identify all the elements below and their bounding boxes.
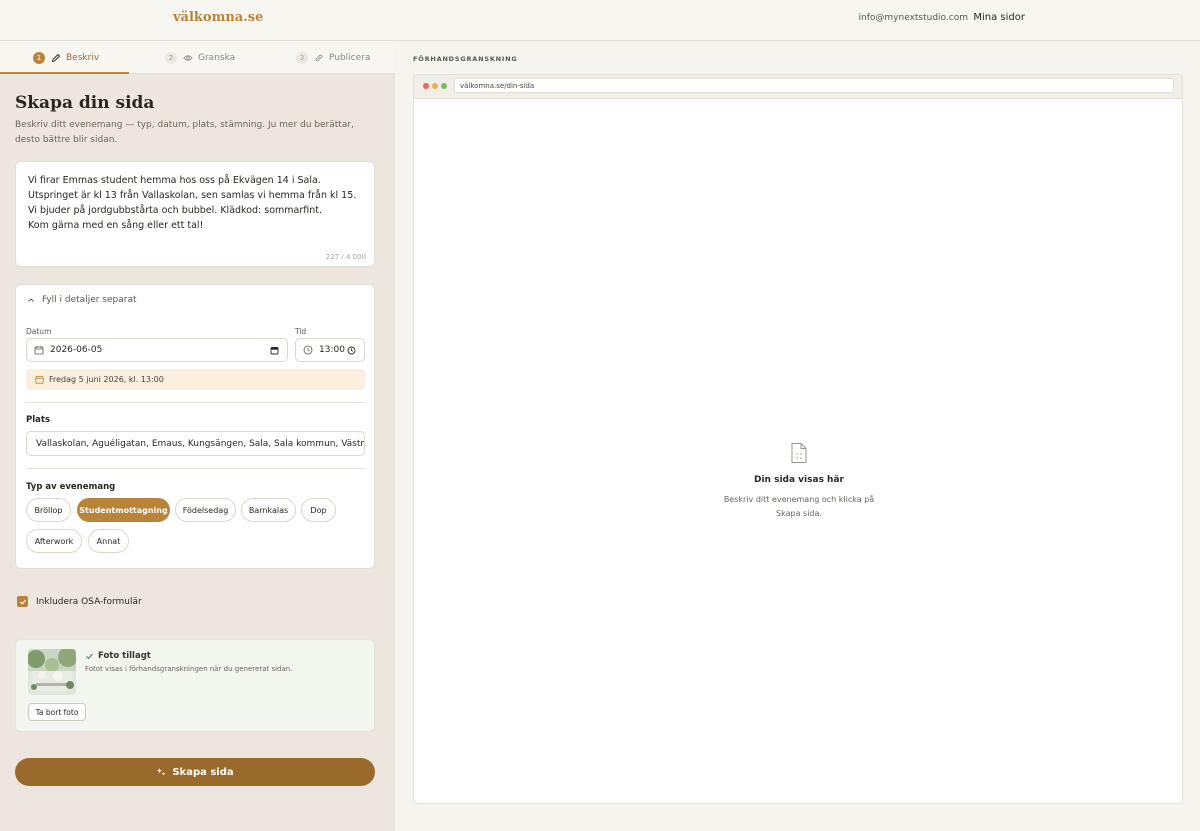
browser-toolbar: välkomna.se/din-sida: [414, 75, 1182, 99]
preview-url: välkomna.se/din-sida: [454, 78, 1174, 93]
osa-checkbox[interactable]: [17, 596, 28, 607]
eye-icon: [183, 52, 194, 63]
step-label: Beskriv: [66, 52, 100, 63]
chip-barnkalas[interactable]: Barnkalas: [241, 498, 296, 522]
divider: [26, 402, 365, 403]
page-title: Skapa din sida: [15, 93, 155, 113]
link-icon: [314, 52, 325, 63]
time-picker-icon[interactable]: [347, 346, 356, 355]
date-label: Datum: [26, 327, 52, 336]
preview-browser: välkomna.se/din-sida Din sida visas här …: [413, 74, 1183, 804]
place-value: Vallaskolan, Aguéligatan, Emaus, Kungsän…: [36, 438, 364, 449]
window-close-dot: [423, 83, 429, 89]
date-summary-text: Fredag 5 juni 2026, kl. 13:00: [49, 375, 164, 384]
my-pages-link[interactable]: Mina sidor: [973, 12, 1025, 23]
details-toggle-label: Fyll i detaljer separat: [42, 295, 137, 305]
place-input[interactable]: Vallaskolan, Aguéligatan, Emaus, Kungsän…: [26, 431, 365, 456]
document-icon: [789, 442, 809, 464]
chip-brollop[interactable]: Bröllop: [26, 498, 71, 522]
window-minimize-dot: [432, 83, 438, 89]
remove-photo-button[interactable]: Ta bort foto: [28, 703, 86, 721]
sparkles-icon: [156, 767, 166, 777]
date-field[interactable]: 2026-06-05: [26, 338, 288, 362]
divider: [26, 468, 365, 469]
chevron-up-icon: [26, 295, 36, 305]
calendar-icon: [34, 345, 44, 355]
time-label: Tid: [295, 327, 307, 336]
photo-description: Fotot visas i förhandsgranskningen när d…: [85, 665, 293, 673]
place-label: Plats: [26, 415, 51, 425]
osa-label: Inkludera OSA-formulär: [36, 596, 142, 607]
description-text[interactable]: Vi firar Emmas student hemma hos oss på …: [28, 173, 364, 233]
step-label: Granska: [198, 52, 236, 63]
calendar-icon: [35, 375, 44, 384]
chip-afterwork[interactable]: Afterwork: [26, 529, 82, 553]
chip-dop[interactable]: Dop: [301, 498, 336, 522]
osa-checkbox-row[interactable]: Inkludera OSA-formulär: [17, 596, 142, 607]
page-subtitle: Beskriv ditt evenemang — typ, datum, pla…: [15, 120, 354, 145]
tab-granska[interactable]: 2 Granska: [165, 41, 235, 74]
chip-fodelsedag[interactable]: Födelsedag: [175, 498, 236, 522]
user-email: info@mynextstudio.com: [858, 13, 968, 23]
chip-annat[interactable]: Annat: [88, 529, 129, 553]
event-type-label: Typ av evenemang: [26, 482, 116, 492]
logo[interactable]: välkomna.se: [173, 10, 263, 25]
step-label: Publicera: [329, 52, 371, 63]
editor-panel: 1 Beskriv 2 Granska 3 Publicera Skapa di…: [0, 41, 395, 831]
step-number: 1: [33, 51, 45, 64]
empty-state-description: Beskriv ditt evenemang och klicka på Ska…: [723, 495, 875, 518]
empty-state-title: Din sida visas här: [754, 475, 844, 485]
photo-title-text: Foto tillagt: [98, 651, 151, 661]
preview-heading: FÖRHANDSGRANSKNING: [413, 55, 518, 63]
photo-added-title: Foto tillagt: [85, 651, 151, 661]
time-value: 13:00: [319, 345, 345, 355]
date-value: 2026-06-05: [50, 345, 103, 355]
check-icon: [85, 652, 94, 661]
step-number: 3: [296, 51, 308, 64]
chip-studentmottagning[interactable]: Studentmottagning: [77, 498, 170, 522]
photo-card: Foto tillagt Fotot visas i förhandsgrans…: [15, 639, 375, 732]
char-count: 227 / 4 000: [325, 253, 366, 261]
date-summary: Fredag 5 juni 2026, kl. 13:00: [26, 369, 365, 390]
pencil-icon: [51, 52, 62, 63]
photo-thumbnail: [28, 649, 76, 695]
tab-publicera[interactable]: 3 Publicera: [296, 41, 370, 74]
step-tabs: 1 Beskriv 2 Granska 3 Publicera: [0, 41, 395, 74]
active-tab-indicator: [0, 72, 129, 74]
clock-icon: [303, 345, 313, 355]
description-textarea[interactable]: Vi firar Emmas student hemma hos oss på …: [15, 161, 375, 267]
create-page-label: Skapa sida: [172, 766, 234, 778]
details-toggle[interactable]: Fyll i detaljer separat: [26, 293, 137, 307]
window-maximize-dot: [441, 83, 447, 89]
top-bar: välkomna.se info@mynextstudio.com Mina s…: [0, 0, 1200, 41]
create-page-button[interactable]: Skapa sida: [15, 758, 375, 786]
calendar-picker-icon[interactable]: [270, 346, 279, 355]
tab-beskriv[interactable]: 1 Beskriv: [33, 41, 99, 74]
step-number: 2: [165, 51, 177, 64]
time-field[interactable]: 13:00: [295, 338, 365, 362]
details-panel: Fyll i detaljer separat Datum 2026-06-05…: [15, 284, 375, 569]
